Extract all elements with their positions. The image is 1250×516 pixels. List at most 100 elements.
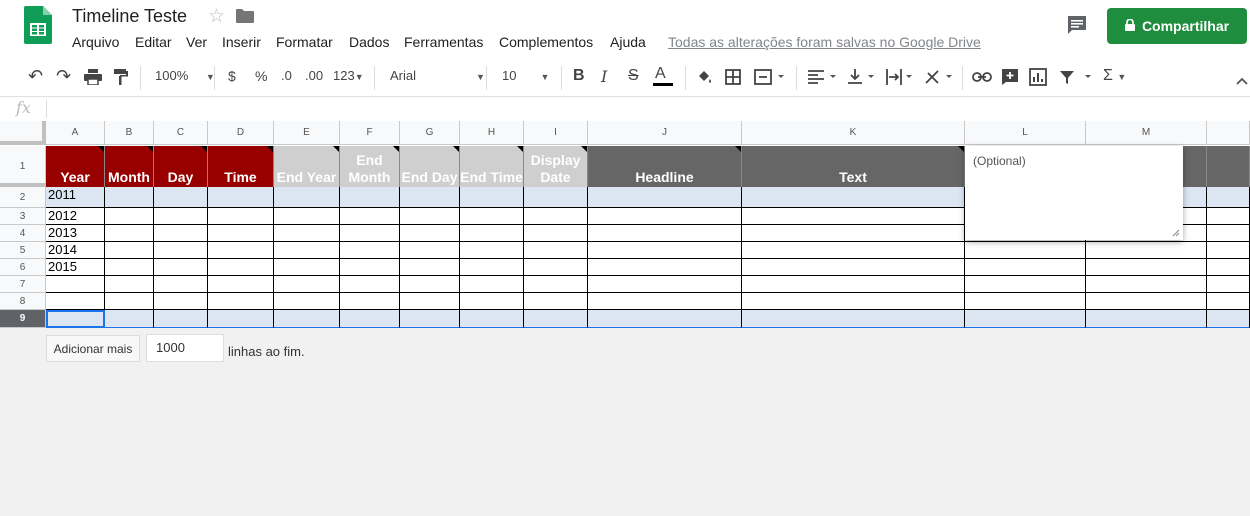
cell[interactable] <box>154 259 208 276</box>
cell[interactable] <box>1207 208 1250 225</box>
cell[interactable] <box>400 259 460 276</box>
row-header-7[interactable]: 7 <box>0 276 46 293</box>
save-status-link[interactable]: Todas as alterações foram salvas no Goog… <box>668 34 981 50</box>
increase-decimal-button[interactable]: .00 <box>305 68 323 83</box>
functions-button[interactable]: Σ ▼ <box>1103 67 1126 85</box>
cell[interactable] <box>105 187 154 208</box>
undo-icon[interactable]: ↶ <box>28 66 43 87</box>
column-header-d[interactable]: D <box>208 121 274 145</box>
year-cell[interactable]: 2015 <box>46 259 105 276</box>
cell[interactable] <box>588 187 742 208</box>
cell[interactable] <box>588 276 742 293</box>
document-title[interactable]: Timeline Teste <box>72 6 187 27</box>
header-cell-g[interactable]: End Day <box>400 146 460 187</box>
header-cell-d[interactable]: Time <box>208 146 274 187</box>
collapse-toolbar-icon[interactable] <box>1236 72 1248 88</box>
menu-formatar[interactable]: Formatar <box>276 34 333 50</box>
cell[interactable] <box>1086 310 1207 328</box>
star-icon[interactable]: ☆ <box>208 5 225 28</box>
row-header-2[interactable]: 2 <box>0 187 46 208</box>
insert-link-icon[interactable] <box>972 70 992 86</box>
comment-icon[interactable] <box>1066 14 1088 36</box>
vertical-align-icon[interactable] <box>848 69 878 88</box>
cell[interactable] <box>274 225 340 242</box>
folder-icon[interactable] <box>236 9 254 23</box>
cell[interactable] <box>208 242 274 259</box>
cell[interactable] <box>274 187 340 208</box>
cell[interactable] <box>340 276 400 293</box>
cell[interactable] <box>460 293 524 310</box>
cell[interactable] <box>208 276 274 293</box>
row-header-9[interactable]: 9 <box>0 310 46 328</box>
cell[interactable] <box>1086 276 1207 293</box>
cell-note-popup[interactable]: (Optional) <box>965 146 1183 240</box>
menu-dados[interactable]: Dados <box>349 34 389 50</box>
cell[interactable] <box>524 208 588 225</box>
cell[interactable] <box>965 310 1086 328</box>
cell[interactable] <box>340 225 400 242</box>
column-header-a[interactable]: A <box>46 121 105 145</box>
text-rotation-icon[interactable] <box>924 69 956 88</box>
cell[interactable] <box>1207 187 1250 208</box>
cell[interactable] <box>460 208 524 225</box>
column-header-i[interactable]: I <box>524 121 588 145</box>
cell[interactable] <box>965 293 1086 310</box>
insert-comment-icon[interactable] <box>1001 68 1019 89</box>
cell[interactable] <box>400 187 460 208</box>
column-header-e[interactable]: E <box>274 121 340 145</box>
header-cell-partial[interactable] <box>1207 146 1250 187</box>
cell[interactable] <box>400 276 460 293</box>
row-header-4[interactable]: 4 <box>0 225 46 242</box>
cell[interactable] <box>400 293 460 310</box>
rows-count-input[interactable]: 1000 <box>146 334 224 362</box>
cell[interactable] <box>1086 293 1207 310</box>
cell[interactable] <box>154 310 208 328</box>
cell[interactable] <box>1086 259 1207 276</box>
cell[interactable] <box>208 310 274 328</box>
cell[interactable] <box>105 293 154 310</box>
cell[interactable] <box>742 208 965 225</box>
cell[interactable] <box>274 293 340 310</box>
column-header-j[interactable]: J <box>588 121 742 145</box>
cell[interactable] <box>400 310 460 328</box>
cell[interactable] <box>400 225 460 242</box>
cell[interactable] <box>460 276 524 293</box>
column-header-h[interactable]: H <box>460 121 524 145</box>
cell[interactable] <box>274 310 340 328</box>
row-header-5[interactable]: 5 <box>0 242 46 259</box>
cell[interactable] <box>274 208 340 225</box>
resize-handle-icon[interactable] <box>1172 229 1180 237</box>
cell[interactable] <box>965 242 1086 259</box>
column-header-g[interactable]: G <box>400 121 460 145</box>
cell[interactable] <box>588 208 742 225</box>
year-cell[interactable]: 2011 <box>46 187 105 208</box>
header-cell-a[interactable]: Year <box>46 146 105 187</box>
year-cell[interactable]: 2014 <box>46 242 105 259</box>
cell[interactable] <box>154 208 208 225</box>
cell[interactable] <box>1207 276 1250 293</box>
cell[interactable] <box>274 276 340 293</box>
cell[interactable] <box>154 187 208 208</box>
cell[interactable] <box>588 242 742 259</box>
header-cell-i[interactable]: Display Date <box>524 146 588 187</box>
text-color-button[interactable]: A <box>653 65 673 86</box>
cell[interactable] <box>460 259 524 276</box>
cell[interactable] <box>742 259 965 276</box>
decrease-decimal-button[interactable]: .0 <box>281 68 292 83</box>
cell[interactable] <box>1207 310 1250 328</box>
cell[interactable] <box>340 310 400 328</box>
menu-inserir[interactable]: Inserir <box>222 34 261 50</box>
cell[interactable] <box>208 225 274 242</box>
currency-format-button[interactable]: $ <box>228 68 236 84</box>
add-more-button[interactable]: Adicionar mais <box>46 335 140 362</box>
cell[interactable] <box>524 293 588 310</box>
select-all-corner[interactable] <box>0 121 46 145</box>
column-header-c[interactable]: C <box>154 121 208 145</box>
column-header-partial[interactable] <box>1207 121 1250 145</box>
fill-color-icon[interactable] <box>696 69 712 88</box>
cell[interactable] <box>742 310 965 328</box>
header-cell-f[interactable]: End Month <box>340 146 400 187</box>
cell[interactable] <box>105 225 154 242</box>
cell[interactable] <box>340 242 400 259</box>
menu-ferramentas[interactable]: Ferramentas <box>404 34 483 50</box>
